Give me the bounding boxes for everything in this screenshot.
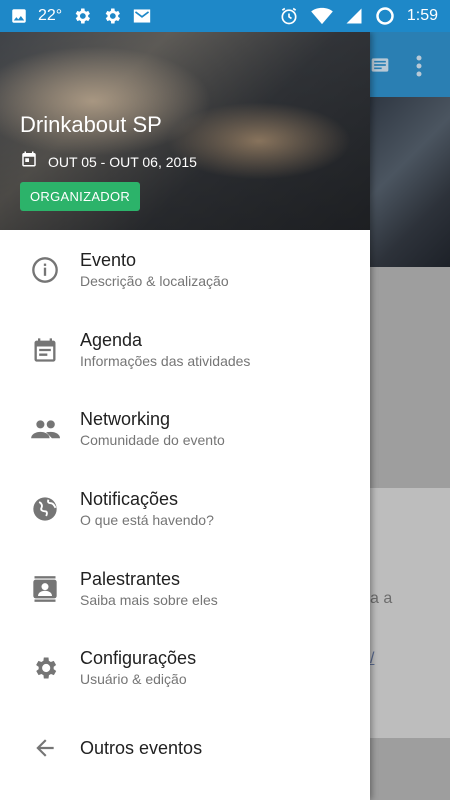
event-title: Drinkabout SP: [20, 112, 162, 137]
calendar-icon: [30, 335, 60, 365]
event-date-row: OUT 05 - OUT 06, 2015: [20, 150, 197, 173]
drawer-item-title: Notificações: [80, 488, 179, 509]
event-dates: OUT 05 - OUT 06, 2015: [48, 153, 197, 170]
drawer-item-subtitle: Comunidade do evento: [80, 432, 225, 449]
mail-icon: [132, 7, 152, 25]
drawer-item-configuracoes[interactable]: Configurações Usuário & edição: [0, 628, 370, 708]
drawer-item-networking[interactable]: Networking Comunidade do evento: [0, 389, 370, 469]
drawer-header: Drinkabout SP OUT 05 - OUT 06, 2015 ORGA…: [0, 32, 370, 230]
drawer-item-title: Configurações: [80, 648, 197, 669]
navigation-drawer: Drinkabout SP OUT 05 - OUT 06, 2015 ORGA…: [0, 32, 370, 800]
image-icon: [10, 7, 28, 25]
clock-text: 1:59: [406, 7, 438, 24]
background-card: [370, 488, 450, 738]
drawer-item-subtitle: O que está havendo?: [80, 511, 214, 528]
drawer-item-title: Palestrantes: [80, 568, 181, 589]
drawer-item-title: Networking: [80, 409, 171, 430]
battery-icon: [375, 6, 395, 26]
drawer-item-title: Agenda: [80, 329, 143, 350]
settings-icon: [30, 653, 60, 683]
info-icon: [30, 255, 60, 285]
signal-icon: [345, 7, 363, 25]
background-card-link[interactable]: /: [370, 650, 374, 668]
drawer-item-agenda[interactable]: Agenda Informações das atividades: [0, 310, 370, 390]
people-icon: [30, 414, 60, 444]
drawer-menu: Evento Descrição & localização Agenda In…: [0, 230, 370, 788]
drawer-item-title: Evento: [80, 249, 137, 270]
role-badge: ORGANIZADOR: [20, 182, 141, 211]
drawer-item-outros-eventos[interactable]: Outros eventos: [0, 708, 370, 788]
drawer-item-title: Outros eventos: [80, 737, 203, 758]
gear-icon: [102, 6, 122, 26]
gear-icon: [72, 6, 92, 26]
drawer-item-subtitle: Usuário & edição: [80, 671, 187, 688]
overflow-menu-icon[interactable]: [414, 55, 424, 82]
drawer-item-subtitle: Descrição & localização: [80, 272, 229, 289]
background-photo: [370, 97, 450, 267]
temperature-text: 22°: [38, 7, 63, 24]
drawer-item-evento[interactable]: Evento Descrição & localização: [0, 230, 370, 310]
status-bar: 22° 1:59: [0, 0, 450, 32]
contacts-icon: [30, 574, 60, 604]
list-icon[interactable]: [370, 55, 390, 80]
arrow-back-icon: [30, 733, 60, 763]
drawer-item-subtitle: Informações das atividades: [80, 352, 251, 369]
calendar-icon: [20, 150, 38, 173]
drawer-item-subtitle: Saiba mais sobre eles: [80, 591, 218, 608]
background-card-text: a a: [370, 590, 393, 607]
wifi-icon: [311, 7, 333, 25]
drawer-item-notificacoes[interactable]: Notificações O que está havendo?: [0, 469, 370, 549]
alarm-icon: [279, 6, 299, 26]
globe-icon: [30, 494, 60, 524]
drawer-item-palestrantes[interactable]: Palestrantes Saiba mais sobre eles: [0, 549, 370, 629]
